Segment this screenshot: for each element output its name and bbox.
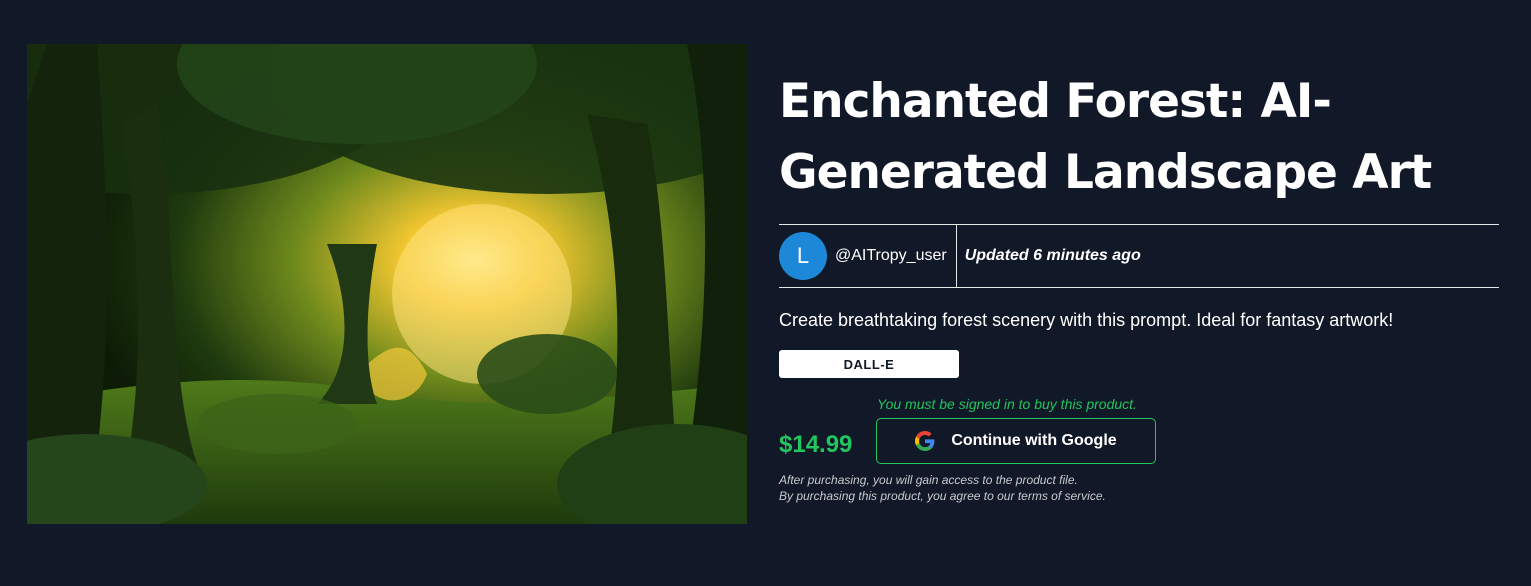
legal-line-access: After purchasing, you will gain access t… [779, 473, 1078, 487]
updated-timestamp: Updated 6 minutes ago [964, 247, 1141, 264]
product-page: Enchanted Forest: AI-Generated Landscape… [0, 0, 1531, 586]
author-username[interactable]: @AITropy_user [835, 224, 957, 288]
google-button-label: Continue with Google [951, 432, 1117, 449]
product-info: Enchanted Forest: AI-Generated Landscape… [779, 66, 1499, 503]
product-description: Create breathtaking forest scenery with … [779, 310, 1394, 330]
product-price: $14.99 [779, 431, 853, 458]
forest-landscape-image [27, 44, 747, 524]
model-badge: DALL-E [779, 350, 959, 378]
legal-notice: After purchasing, you will gain access t… [779, 472, 1106, 504]
continue-with-google-button[interactable]: Continue with Google [876, 418, 1156, 464]
legal-terms-suffix: . [1102, 489, 1106, 503]
signin-note: You must be signed in to buy this produc… [877, 396, 1137, 412]
product-image [27, 44, 747, 524]
avatar[interactable]: L [779, 232, 827, 280]
terms-of-service-link[interactable]: terms of service [1018, 489, 1103, 503]
author-row: L @AITropy_user Updated 6 minutes ago [779, 224, 1499, 288]
legal-terms-prefix: By purchasing this product, you agree to… [779, 489, 1018, 503]
google-g-icon [915, 431, 935, 451]
product-title: Enchanted Forest: AI-Generated Landscape… [779, 74, 1432, 200]
legal-line-terms: By purchasing this product, you agree to… [779, 488, 1106, 504]
